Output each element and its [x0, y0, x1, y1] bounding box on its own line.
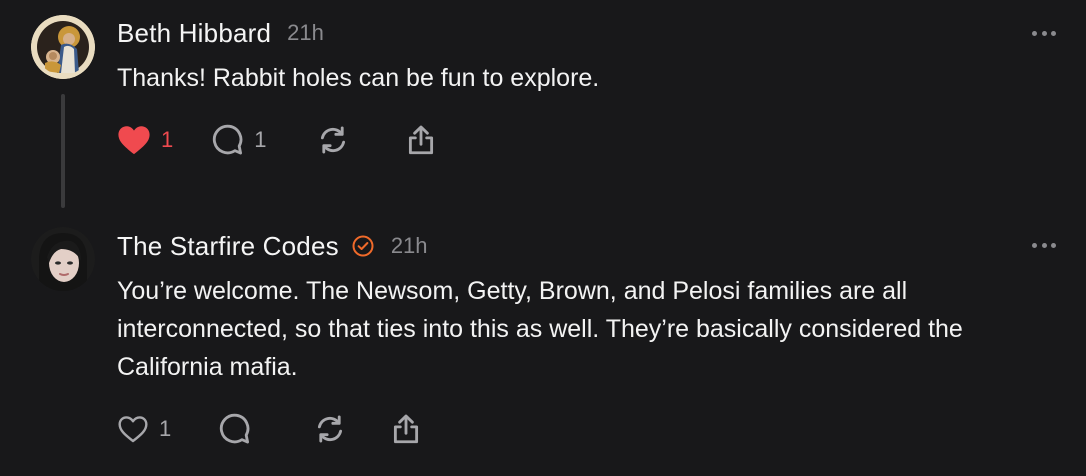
- post-header: Beth Hibbard 21h: [117, 16, 324, 50]
- religious-painting-avatar-icon: [31, 15, 95, 79]
- post-actions: 1 1: [117, 122, 438, 158]
- like-count: 1: [159, 416, 172, 441]
- more-options-button[interactable]: [1032, 240, 1056, 250]
- share-button[interactable]: [404, 123, 438, 157]
- dot-icon: [1041, 30, 1047, 36]
- share-button[interactable]: [389, 412, 423, 446]
- share-icon: [394, 414, 419, 444]
- post-actions: 1: [117, 411, 423, 447]
- post-time[interactable]: 21h: [287, 20, 324, 46]
- reply-button[interactable]: 1: [210, 123, 267, 157]
- repost-icon: [318, 415, 343, 443]
- post-text: You’re welcome. The Newsom, Getty, Brown…: [117, 277, 963, 381]
- avatar[interactable]: [31, 227, 95, 291]
- thread-connector-line: [61, 94, 65, 208]
- repost-button[interactable]: [316, 123, 350, 157]
- more-options-button[interactable]: [1032, 28, 1056, 38]
- reply-count: 1: [254, 127, 267, 152]
- like-count: 1: [161, 127, 174, 152]
- post-time[interactable]: 21h: [391, 233, 428, 259]
- dot-icon: [1041, 242, 1047, 248]
- verified-badge-icon: [351, 234, 375, 258]
- repost-icon: [320, 126, 345, 154]
- dot-icon: [1032, 30, 1037, 36]
- repost-button[interactable]: [313, 412, 347, 446]
- dot-icon: [1051, 242, 1056, 248]
- author-name[interactable]: The Starfire Codes: [117, 231, 339, 262]
- post-text: Thanks! Rabbit holes can be fun to explo…: [117, 64, 600, 92]
- heart-filled-icon: [118, 126, 150, 155]
- comment-icon: [213, 124, 243, 155]
- post-the-starfire-codes: The Starfire Codes 21h You’re welcome. T…: [0, 215, 1086, 476]
- post-beth-hibbard: Beth Hibbard 21h Thanks! Rabbit holes ca…: [0, 0, 1086, 215]
- dot-icon: [1051, 30, 1056, 36]
- comment-icon: [220, 413, 250, 444]
- dot-icon: [1032, 242, 1037, 248]
- post-header: The Starfire Codes 21h: [117, 229, 428, 263]
- share-icon: [408, 125, 433, 155]
- reply-button[interactable]: [217, 412, 261, 446]
- author-name[interactable]: Beth Hibbard: [117, 18, 271, 49]
- avatar[interactable]: [31, 15, 95, 79]
- like-button[interactable]: 1: [117, 124, 173, 156]
- woman-portrait-avatar-icon: [31, 227, 95, 291]
- heart-outline-icon: [118, 416, 148, 443]
- like-button[interactable]: 1: [117, 413, 171, 445]
